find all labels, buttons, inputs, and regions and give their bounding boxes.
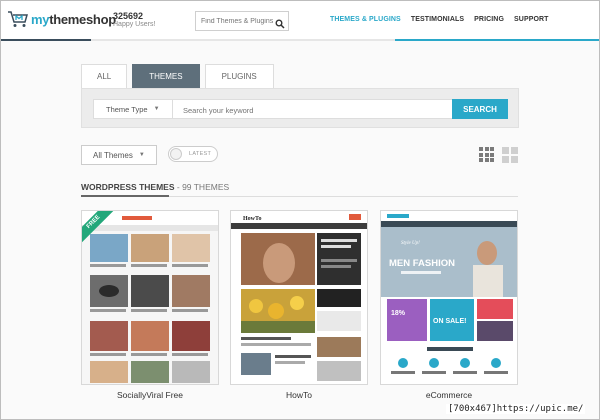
theme-name-ecommerce[interactable]: eCommerce — [380, 390, 518, 400]
theme-thumbnail — [82, 211, 218, 384]
tab-themes[interactable]: THEMES — [132, 64, 200, 88]
theme-count: - 99 THEMES — [174, 182, 230, 192]
user-count: 325692 — [113, 11, 144, 21]
nav-pricing[interactable]: PRICING — [474, 16, 504, 23]
search-button[interactable]: SEARCH — [452, 99, 508, 119]
grid-view-icon[interactable] — [479, 147, 494, 162]
image-watermark: [700x467]https://upic.me/ — [446, 404, 586, 414]
search-icon[interactable] — [275, 16, 285, 29]
all-themes-select[interactable]: All Themes ▼ — [81, 145, 157, 165]
howto-logo-text: HowTo — [243, 216, 261, 222]
nav-themes-plugins[interactable]: THEMES & PLUGINS — [330, 16, 401, 23]
theme-card-sociallyviral[interactable]: FREE — [81, 210, 219, 385]
user-counter: 325692 Happy Users! — [113, 11, 155, 28]
large-grid-view-icon[interactable] — [502, 147, 518, 163]
theme-thumbnail: HowTo — [231, 211, 367, 384]
toggle-knob — [170, 148, 182, 160]
latest-toggle-label: LATEST — [189, 151, 212, 157]
nav-testimonials[interactable]: TESTIMONIALS — [411, 16, 464, 23]
search-panel: Theme Type ▼ SEARCH — [81, 88, 519, 128]
theme-card-howto[interactable]: HowTo — [230, 210, 368, 385]
nav-support[interactable]: SUPPORT — [514, 16, 549, 23]
top-header: mythemeshop 325692 Happy Users! THEMES &… — [1, 1, 599, 39]
chevron-down-icon: ▼ — [138, 152, 145, 158]
tab-all[interactable]: ALL — [81, 64, 128, 88]
promo-percent: 18% — [391, 310, 406, 317]
keyword-input[interactable] — [173, 101, 452, 120]
cart-logo-icon — [7, 9, 29, 29]
keyword-field — [173, 99, 453, 120]
header-search — [195, 11, 289, 31]
latest-toggle[interactable]: LATEST — [168, 146, 218, 162]
all-themes-label: All Themes — [93, 150, 133, 160]
hero-title: MEN FASHION — [389, 258, 455, 269]
site-logo[interactable]: mythemeshop — [7, 9, 116, 29]
logo-text: mythemeshop — [31, 11, 116, 27]
theme-type-label: Theme Type — [106, 104, 148, 114]
user-count-label: Happy Users! — [113, 21, 156, 28]
section-divider — [81, 195, 518, 197]
section-title: WORDPRESS THEMES - 99 THEMES — [81, 182, 230, 192]
hero-tagline: Style Up! — [401, 241, 420, 246]
category-tabs: ALL THEMES PLUGINS — [81, 64, 279, 88]
promo-sale: ON SALE! — [433, 318, 466, 325]
main-nav: THEMES & PLUGINS TESTIMONIALS PRICING SU… — [330, 16, 549, 23]
theme-thumbnail: Style Up! MEN FASHION 18% ON SALE! — [381, 211, 517, 384]
tab-plugins[interactable]: PLUGINS — [204, 64, 274, 88]
theme-name-howto[interactable]: HowTo — [230, 390, 368, 400]
theme-card-ecommerce[interactable]: Style Up! MEN FASHION 18% ON SALE! — [380, 210, 518, 385]
header-divider — [1, 39, 599, 41]
theme-type-select[interactable]: Theme Type ▼ — [93, 99, 173, 119]
header-search-input[interactable] — [201, 17, 275, 25]
theme-name-sociallyviral[interactable]: SociallyViral Free — [81, 390, 219, 400]
chevron-down-icon: ▼ — [153, 106, 160, 112]
